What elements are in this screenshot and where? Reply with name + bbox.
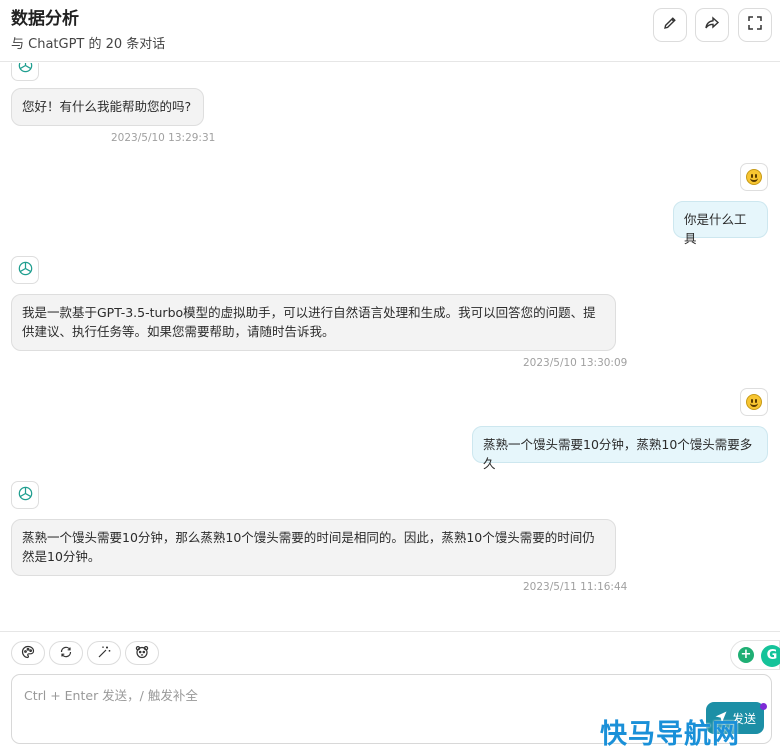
- edit-button[interactable]: [653, 8, 687, 42]
- smiley-icon: [746, 394, 762, 410]
- message-bubble: 蒸熟一个馒头需要10分钟，那么蒸熟10个馒头需要的时间是相同的。因此，蒸熟10个…: [11, 519, 616, 576]
- edit-icon: [662, 15, 678, 35]
- grammarly-widget[interactable]: + G: [730, 640, 780, 670]
- user-avatar: [740, 163, 768, 191]
- prompt-button[interactable]: [87, 641, 121, 665]
- mask-icon: [135, 644, 149, 663]
- assistant-avatar: [11, 481, 39, 509]
- smiley-icon: [746, 169, 762, 185]
- fullscreen-icon: [747, 15, 763, 35]
- message-time: 2023/5/10 13:30:09: [523, 357, 628, 369]
- user-avatar: [740, 388, 768, 416]
- site-watermark: 快马导航网: [600, 719, 740, 750]
- message-bubble: 你是什么工具: [673, 201, 768, 246]
- fullscreen-button[interactable]: [738, 8, 772, 42]
- add-icon: +: [738, 647, 754, 663]
- assistant-avatar: [11, 256, 39, 284]
- message-time: 2023/5/11 11:16:44: [523, 581, 628, 593]
- refresh-icon: [59, 644, 73, 663]
- share-icon: [704, 15, 720, 35]
- message-time: 2023/5/10 13:29:31: [111, 132, 216, 144]
- palette-icon: [21, 644, 35, 663]
- message-bubble: 我是一款基于GPT-3.5-turbo模型的虚拟助手，可以进行自然语言处理和生成…: [11, 294, 616, 351]
- openai-icon: [16, 63, 35, 79]
- assistant-avatar: [11, 63, 39, 81]
- message-bubble: 蒸熟一个馒头需要10分钟，蒸熟10个馒头需要多久: [472, 426, 768, 471]
- share-button[interactable]: [695, 8, 729, 42]
- grammarly-icon: G: [761, 645, 780, 667]
- message-list[interactable]: 您好！有什么我能帮助您的吗? 2023/5/10 13:29:31 你是什么工具…: [0, 63, 780, 631]
- chat-header: 数据分析 与 ChatGPT 的 20 条对话: [0, 0, 780, 62]
- openai-icon: [16, 259, 35, 282]
- mask-button[interactable]: [125, 641, 159, 665]
- magic-wand-icon: [97, 644, 111, 663]
- status-dot: [760, 703, 767, 710]
- theme-button[interactable]: [11, 641, 45, 665]
- chat-subtitle: 与 ChatGPT 的 20 条对话: [11, 37, 166, 52]
- regenerate-button[interactable]: [49, 641, 83, 665]
- chat-title: 数据分析: [11, 9, 79, 29]
- openai-icon: [16, 484, 35, 507]
- message-bubble: 您好！有什么我能帮助您的吗?: [11, 88, 204, 126]
